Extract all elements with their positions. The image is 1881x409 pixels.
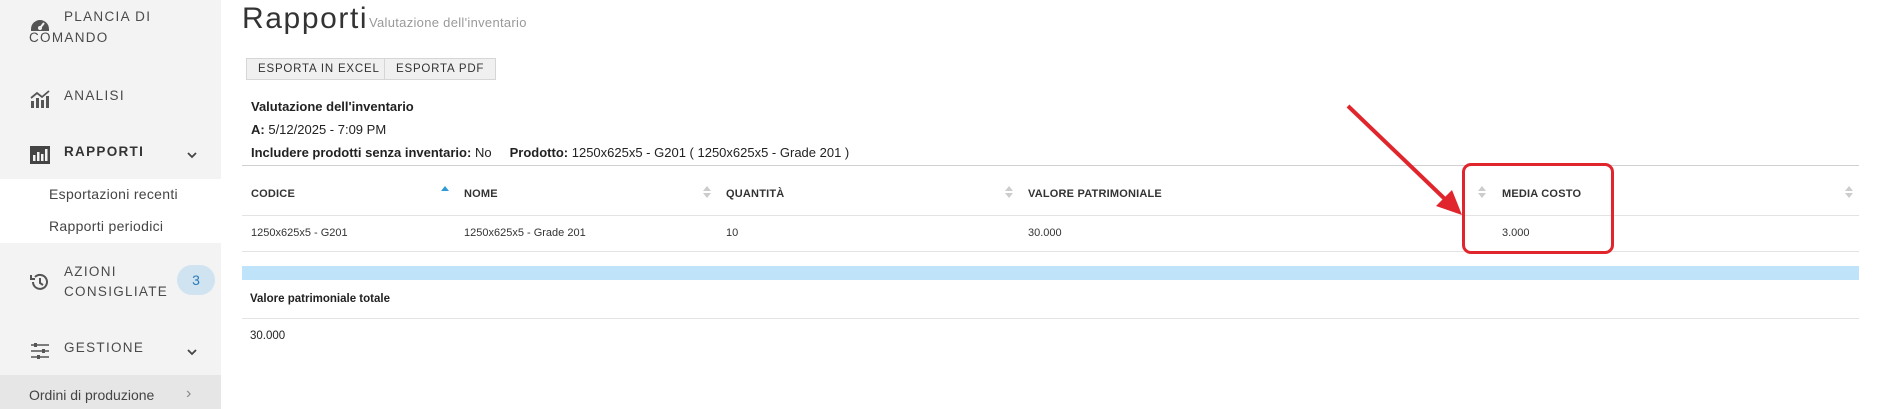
sidebar-item-label: GESTIONE bbox=[64, 340, 145, 355]
sidebar-subitem-rapporti-periodici[interactable]: Rapporti periodici bbox=[0, 211, 221, 243]
chart-icon bbox=[28, 87, 52, 111]
sidebar-item-dashboard[interactable]: PLANCIA DI COMANDO bbox=[0, 6, 221, 50]
report-icon bbox=[28, 143, 52, 167]
divider bbox=[242, 251, 1859, 252]
divider bbox=[242, 318, 1859, 319]
sort-icon[interactable] bbox=[1845, 185, 1853, 199]
sidebar-item-analisi[interactable]: ANALISI bbox=[0, 84, 221, 114]
sidebar-item-label: PLANCIA DI bbox=[64, 9, 152, 24]
count-badge: 3 bbox=[177, 265, 215, 295]
sidebar-item-label: COMANDO bbox=[29, 30, 109, 45]
sort-asc-icon[interactable] bbox=[441, 185, 449, 199]
column-header-codice[interactable]: CODICE bbox=[251, 188, 295, 200]
sidebar-item-gestione[interactable]: GESTIONE bbox=[0, 337, 221, 367]
column-header-quantita[interactable]: QUANTITÀ bbox=[726, 188, 784, 200]
sidebar: PLANCIA DI COMANDO ANALISI RAPPORTI Espo… bbox=[0, 0, 221, 409]
table-cell: 1250x625x5 - Grade 201 bbox=[464, 227, 586, 239]
table-cell: 10 bbox=[726, 227, 739, 239]
sort-icon[interactable] bbox=[703, 185, 711, 199]
column-header-nome[interactable]: NOME bbox=[464, 188, 498, 200]
export-pdf-button[interactable]: ESPORTA PDF bbox=[384, 58, 497, 80]
sidebar-item-label: ANALISI bbox=[64, 88, 125, 103]
chevron-right-icon: › bbox=[186, 385, 192, 402]
table-cell: 30.000 bbox=[1028, 227, 1062, 239]
page-title: Rapporti bbox=[242, 2, 369, 35]
sort-icon[interactable] bbox=[1005, 185, 1013, 199]
total-value: 30.000 bbox=[250, 330, 286, 342]
page-subtitle: Valutazione dell'inventario bbox=[369, 15, 527, 30]
chevron-down-icon[interactable] bbox=[186, 346, 198, 358]
divider bbox=[242, 215, 1859, 216]
sidebar-item-label: CONSIGLIATE bbox=[64, 284, 169, 299]
annotation-highlight-box bbox=[1462, 163, 1614, 254]
sidebar-subitem-label: Esportazioni recenti bbox=[49, 186, 178, 202]
export-excel-button[interactable]: ESPORTA IN EXCEL bbox=[246, 58, 392, 80]
history-icon bbox=[28, 270, 52, 294]
total-label: Valore patrimoniale totale bbox=[250, 293, 390, 305]
column-header-valore-patrimoniale[interactable]: VALORE PATRIMONIALE bbox=[1028, 188, 1162, 200]
report-date: A: 5/12/2025 - 7:09 PM bbox=[251, 122, 387, 137]
sidebar-item-label: AZIONI bbox=[64, 264, 117, 279]
annotation-arrow-icon bbox=[1346, 104, 1462, 215]
sliders-icon bbox=[28, 339, 52, 363]
report-title: Valutazione dell'inventario bbox=[251, 99, 414, 114]
sidebar-item-ordini-produzione[interactable]: Ordini di produzione › bbox=[0, 375, 221, 409]
table-cell: 1250x625x5 - G201 bbox=[251, 227, 348, 239]
sidebar-item-rapporti[interactable]: RAPPORTI bbox=[0, 140, 221, 170]
sidebar-item-label: Ordini di produzione bbox=[29, 387, 155, 403]
sidebar-subitem-label: Rapporti periodici bbox=[49, 218, 164, 234]
divider bbox=[242, 165, 1859, 166]
report-filters: Includere prodotti senza inventario: No … bbox=[251, 145, 850, 160]
totals-separator-bar bbox=[242, 266, 1859, 280]
sidebar-subitem-esportazioni[interactable]: Esportazioni recenti bbox=[0, 179, 221, 211]
chevron-down-icon[interactable] bbox=[186, 149, 198, 161]
sidebar-item-label: RAPPORTI bbox=[64, 144, 145, 159]
